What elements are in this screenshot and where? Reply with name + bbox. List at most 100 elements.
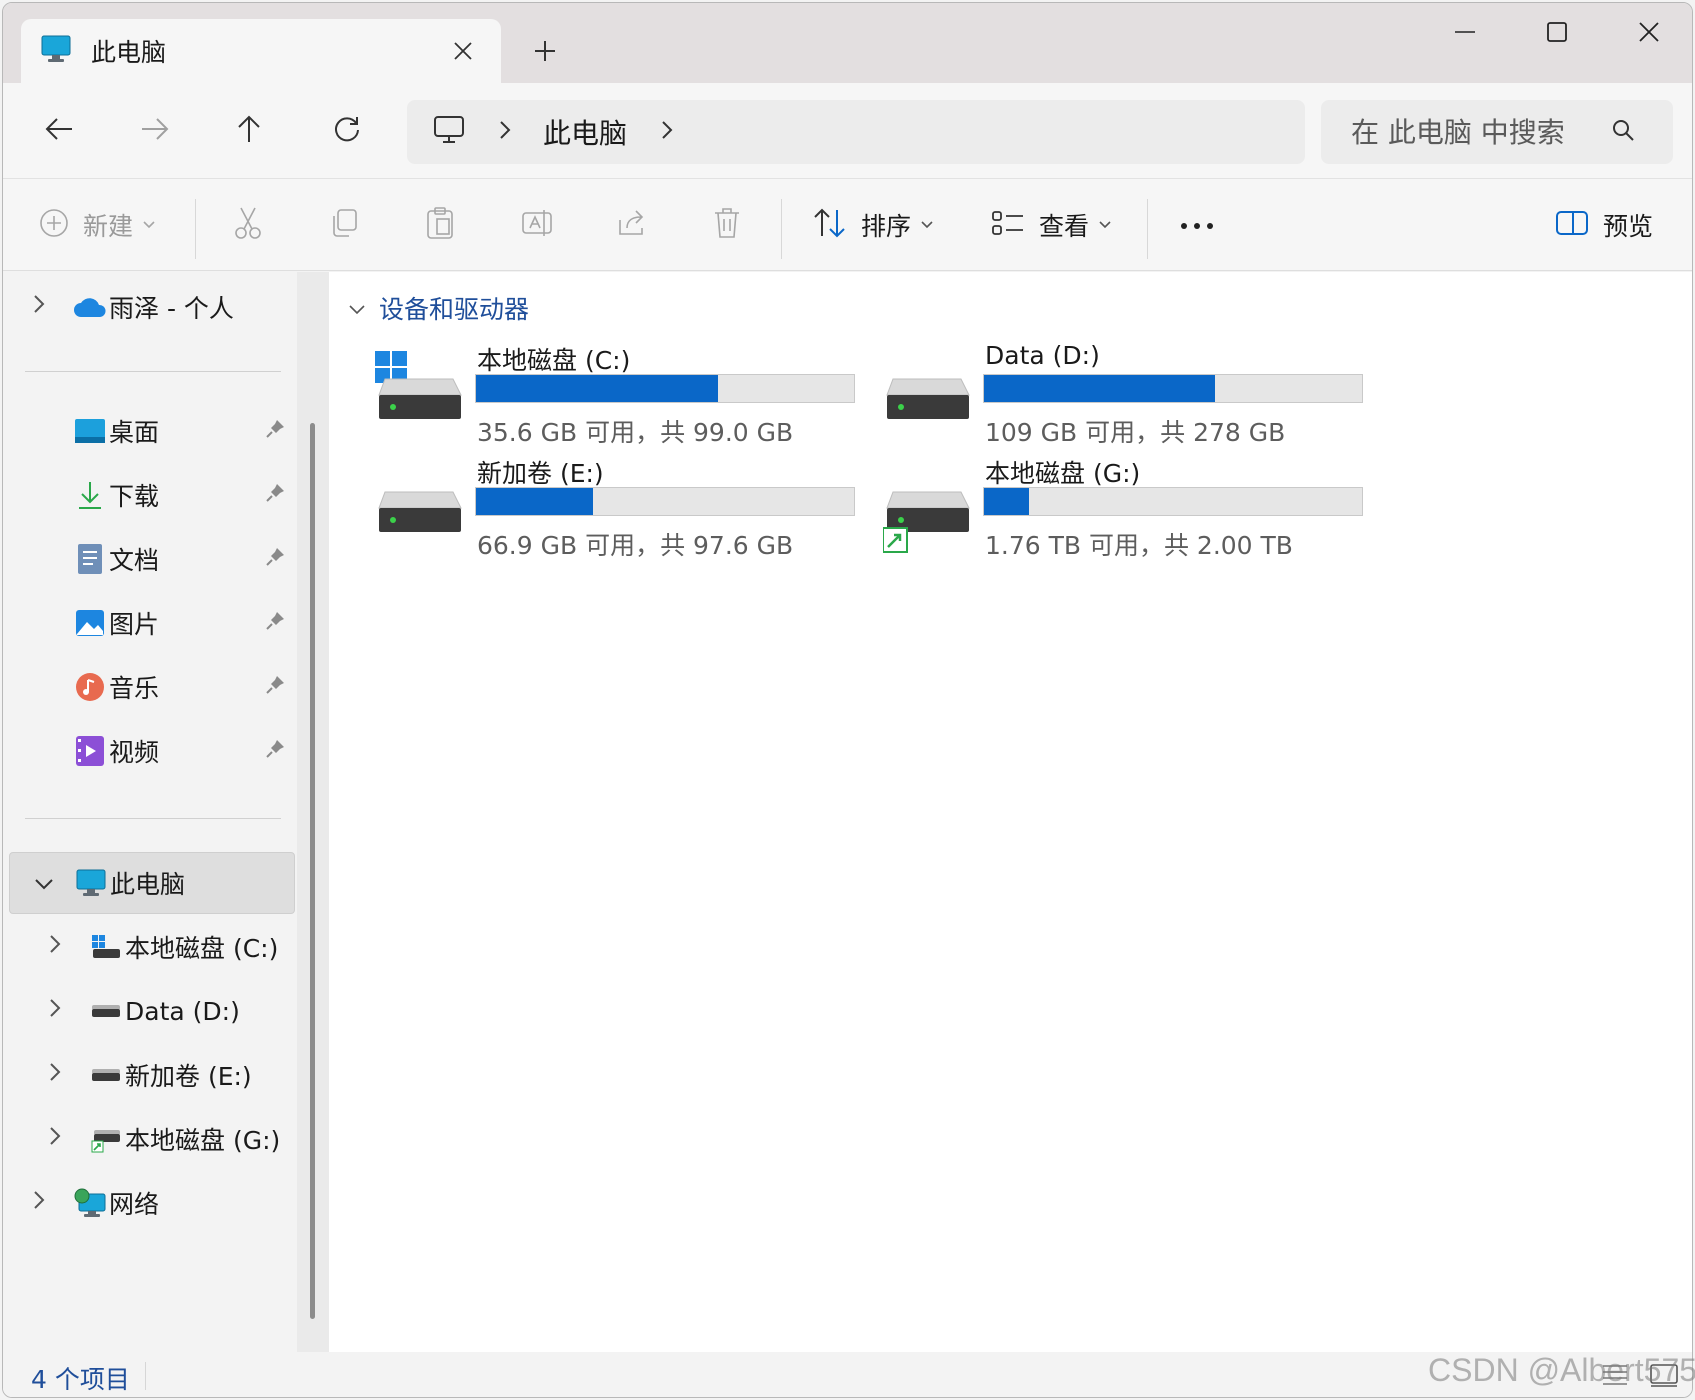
search-icon[interactable]	[1611, 118, 1635, 146]
sidebar-label: 图片	[109, 610, 160, 639]
new-button[interactable]: 新建	[39, 199, 155, 251]
sidebar-item-desktop[interactable]: 桌面	[9, 400, 295, 462]
sidebar-item-music[interactable]: 音乐	[9, 656, 295, 718]
preview-pane-button[interactable]: 预览	[1555, 199, 1653, 251]
close-tab-icon[interactable]	[443, 31, 483, 71]
more-dots-icon	[1179, 216, 1215, 235]
preview-pane-icon	[1555, 210, 1589, 240]
hard-drive-icon	[89, 994, 123, 1028]
file-explorer-window: 此电脑 此电脑 在 此电脑 中搜索 新建 排序 查看 预览 雨泽 - 个人 桌面…	[2, 2, 1693, 1398]
sidebar-label: 桌面	[109, 418, 160, 447]
copy-button[interactable]	[329, 199, 359, 251]
sidebar-item-pictures[interactable]: 图片	[9, 592, 295, 654]
monitor-icon	[74, 866, 108, 900]
pictures-icon	[73, 606, 107, 640]
toolbar-divider	[781, 199, 782, 259]
group-header-devices[interactable]: 设备和驱动器	[349, 290, 529, 326]
drive-name: 本地磁盘 (C:)	[477, 346, 631, 375]
arrow-right-icon	[140, 116, 170, 146]
chevron-right-icon[interactable]	[49, 1062, 61, 1088]
sidebar-scrollbar[interactable]	[310, 423, 315, 1319]
network-icon	[73, 1186, 107, 1220]
sidebar-item-downloads[interactable]: 下载	[9, 464, 295, 526]
view-list-icon	[991, 209, 1025, 241]
chevron-right-icon[interactable]	[49, 934, 61, 960]
sidebar-item-drive-e[interactable]: 新加卷 (E:)	[9, 1044, 295, 1106]
sidebar-item-videos[interactable]: 视频	[9, 720, 295, 782]
drive-name: 本地磁盘 (G:)	[985, 459, 1141, 488]
shared-drive-icon	[882, 464, 973, 554]
sidebar-item-onedrive[interactable]: 雨泽 - 个人	[9, 276, 295, 338]
pin-icon[interactable]	[265, 675, 285, 699]
more-options-button[interactable]	[1179, 199, 1215, 251]
music-icon	[73, 670, 107, 704]
item-count: 4 个项目	[31, 1365, 130, 1394]
search-box[interactable]	[1321, 100, 1673, 164]
chevron-right-icon[interactable]	[33, 294, 45, 320]
navigation-bar: 此电脑	[3, 83, 1692, 179]
sidebar-item-drive-g[interactable]: 本地磁盘 (G:)	[9, 1108, 295, 1170]
sidebar-label: Data (D:)	[125, 996, 240, 1026]
arrow-up-icon	[236, 114, 262, 148]
refresh-button[interactable]	[319, 105, 375, 157]
delete-button[interactable]	[713, 199, 741, 251]
status-divider	[145, 1362, 146, 1390]
sidebar-label: 本地磁盘 (C:)	[125, 934, 279, 963]
maximize-button[interactable]	[1511, 3, 1603, 61]
forward-button[interactable]	[127, 105, 183, 157]
pin-icon[interactable]	[265, 483, 285, 507]
sidebar-item-this-pc[interactable]: 此电脑	[9, 852, 295, 914]
back-button[interactable]	[31, 105, 87, 157]
new-tab-button[interactable]	[523, 29, 567, 73]
chevron-right-icon[interactable]	[49, 998, 61, 1024]
drive-tile-d[interactable]: Data (D:) 109 GB 可用，共 278 GB	[883, 341, 1363, 451]
sidebar-item-drive-d[interactable]: Data (D:)	[9, 980, 295, 1042]
rename-button[interactable]	[521, 199, 553, 251]
pin-icon[interactable]	[265, 739, 285, 763]
share-icon	[617, 208, 649, 242]
pin-icon[interactable]	[265, 419, 285, 443]
tab-this-pc[interactable]: 此电脑	[21, 19, 501, 83]
close-window-button[interactable]	[1603, 3, 1692, 61]
address-bar[interactable]: 此电脑	[407, 100, 1305, 164]
pin-icon[interactable]	[265, 547, 285, 571]
arrow-left-icon	[44, 116, 74, 146]
hard-drive-icon	[883, 351, 973, 441]
breadcrumb-this-pc[interactable]: 此电脑	[543, 112, 627, 152]
breadcrumb-separator-icon[interactable]	[499, 117, 511, 147]
up-button[interactable]	[221, 105, 277, 157]
cut-button[interactable]	[233, 199, 263, 251]
sidebar-label: 视频	[109, 738, 160, 767]
rename-icon	[521, 208, 553, 242]
chevron-down-icon[interactable]	[34, 871, 54, 896]
pin-icon[interactable]	[265, 611, 285, 635]
search-input[interactable]	[1351, 115, 1601, 149]
sort-button[interactable]: 排序	[813, 199, 933, 251]
navigation-pane: 雨泽 - 个人 桌面 下载 文档 图片 音乐 视频 此电脑 本地磁盘 (C:) …	[3, 272, 297, 1352]
drive-usage-fill	[984, 375, 1215, 402]
sidebar-item-drive-c[interactable]: 本地磁盘 (C:)	[9, 916, 295, 978]
breadcrumb-chevron-icon[interactable]	[661, 117, 673, 147]
scissors-icon	[233, 206, 263, 244]
view-button[interactable]: 查看	[991, 199, 1111, 251]
sidebar-item-documents[interactable]: 文档	[9, 528, 295, 590]
paste-button[interactable]	[425, 199, 455, 251]
chevron-right-icon[interactable]	[33, 1190, 45, 1216]
drive-tile-c[interactable]: 本地磁盘 (C:) 35.6 GB 可用，共 99.0 GB	[375, 341, 855, 451]
chevron-right-icon[interactable]	[49, 1126, 61, 1152]
sidebar-item-network[interactable]: 网络	[9, 1172, 295, 1234]
toolbar-divider	[195, 199, 196, 259]
sidebar-label: 音乐	[109, 674, 160, 703]
drive-tile-e[interactable]: 新加卷 (E:) 66.9 GB 可用，共 97.6 GB	[375, 454, 855, 564]
drive-tile-g[interactable]: 本地磁盘 (G:) 1.76 TB 可用，共 2.00 TB	[882, 454, 1363, 564]
videos-icon	[73, 734, 107, 768]
sort-label: 排序	[861, 212, 912, 241]
title-bar: 此电脑	[3, 3, 1692, 83]
share-button[interactable]	[617, 199, 649, 251]
minimize-button[interactable]	[1419, 3, 1511, 61]
view-label: 查看	[1039, 212, 1090, 241]
sidebar-label: 网络	[109, 1190, 160, 1219]
group-title: 设备和驱动器	[379, 295, 530, 324]
computer-outline-icon	[433, 115, 465, 149]
monitor-icon	[41, 35, 71, 67]
